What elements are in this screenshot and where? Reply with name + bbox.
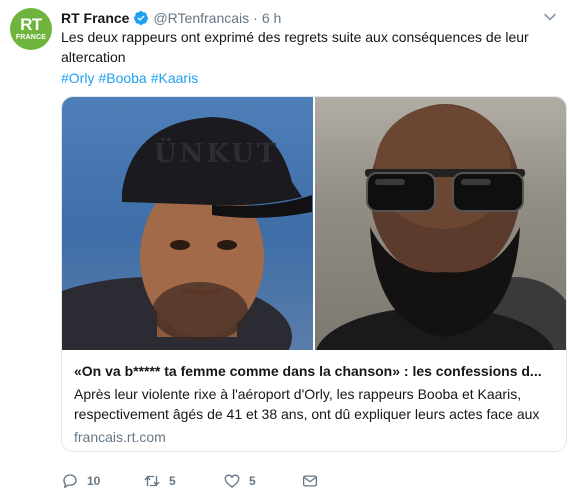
reply-button[interactable]: 10: [61, 472, 100, 490]
photo-booba: ÜNKUT: [62, 97, 313, 350]
envelope-icon: [302, 475, 318, 487]
card-title[interactable]: «On va b***** ta femme comme dans la cha…: [74, 361, 554, 381]
photo-kaaris: [313, 97, 566, 350]
tweet-time[interactable]: 6 h: [262, 10, 281, 26]
hashtag-kaaris[interactable]: #Kaaris: [151, 70, 198, 86]
like-button[interactable]: 5: [223, 472, 256, 490]
author-name[interactable]: RT France: [61, 10, 129, 26]
retweet-icon: [144, 475, 160, 487]
verified-badge-icon: [134, 11, 149, 25]
card-domain: francais.rt.com: [74, 429, 166, 445]
tweet-text: Les deux rappeurs ont exprimé des regret…: [61, 29, 529, 65]
portrait-right-illustration: [315, 97, 566, 350]
hashtag-orly[interactable]: #Orly: [61, 70, 94, 86]
hashtag-booba[interactable]: #Booba: [98, 70, 146, 86]
link-card[interactable]: ÜNKUT «On va b***** ta femme comme dans …: [61, 96, 567, 452]
retweet-count: 5: [169, 474, 176, 488]
card-body: «On va b***** ta femme comme dans la cha…: [62, 350, 566, 447]
reply-count: 10: [87, 474, 101, 488]
like-count: 5: [249, 474, 256, 488]
retweet-button[interactable]: 5: [143, 472, 176, 490]
heart-icon: [224, 474, 240, 488]
tweet-actions: 10 5 5: [61, 472, 361, 492]
avatar-logo-france: FRANCE: [15, 33, 47, 41]
avatar[interactable]: RT FRANCE: [10, 8, 52, 50]
hashtag-list: #Orly #Booba #Kaaris: [61, 68, 202, 88]
author-handle[interactable]: @RTenfrancais: [153, 10, 249, 26]
cap-lettering: ÜNKUT: [154, 137, 279, 169]
chevron-down-icon[interactable]: [543, 10, 557, 24]
card-description: Après leur violente rixe à l'aéroport d'…: [74, 386, 540, 422]
separator-dot: ·: [253, 10, 258, 26]
reply-icon: [63, 474, 77, 489]
portrait-left-illustration: ÜNKUT: [62, 117, 312, 350]
tweet-header: RT France @RTenfrancais · 6 h: [61, 9, 281, 27]
direct-message-button[interactable]: [301, 472, 319, 490]
avatar-logo-rt: RT: [20, 14, 42, 34]
card-image[interactable]: ÜNKUT: [62, 97, 566, 350]
